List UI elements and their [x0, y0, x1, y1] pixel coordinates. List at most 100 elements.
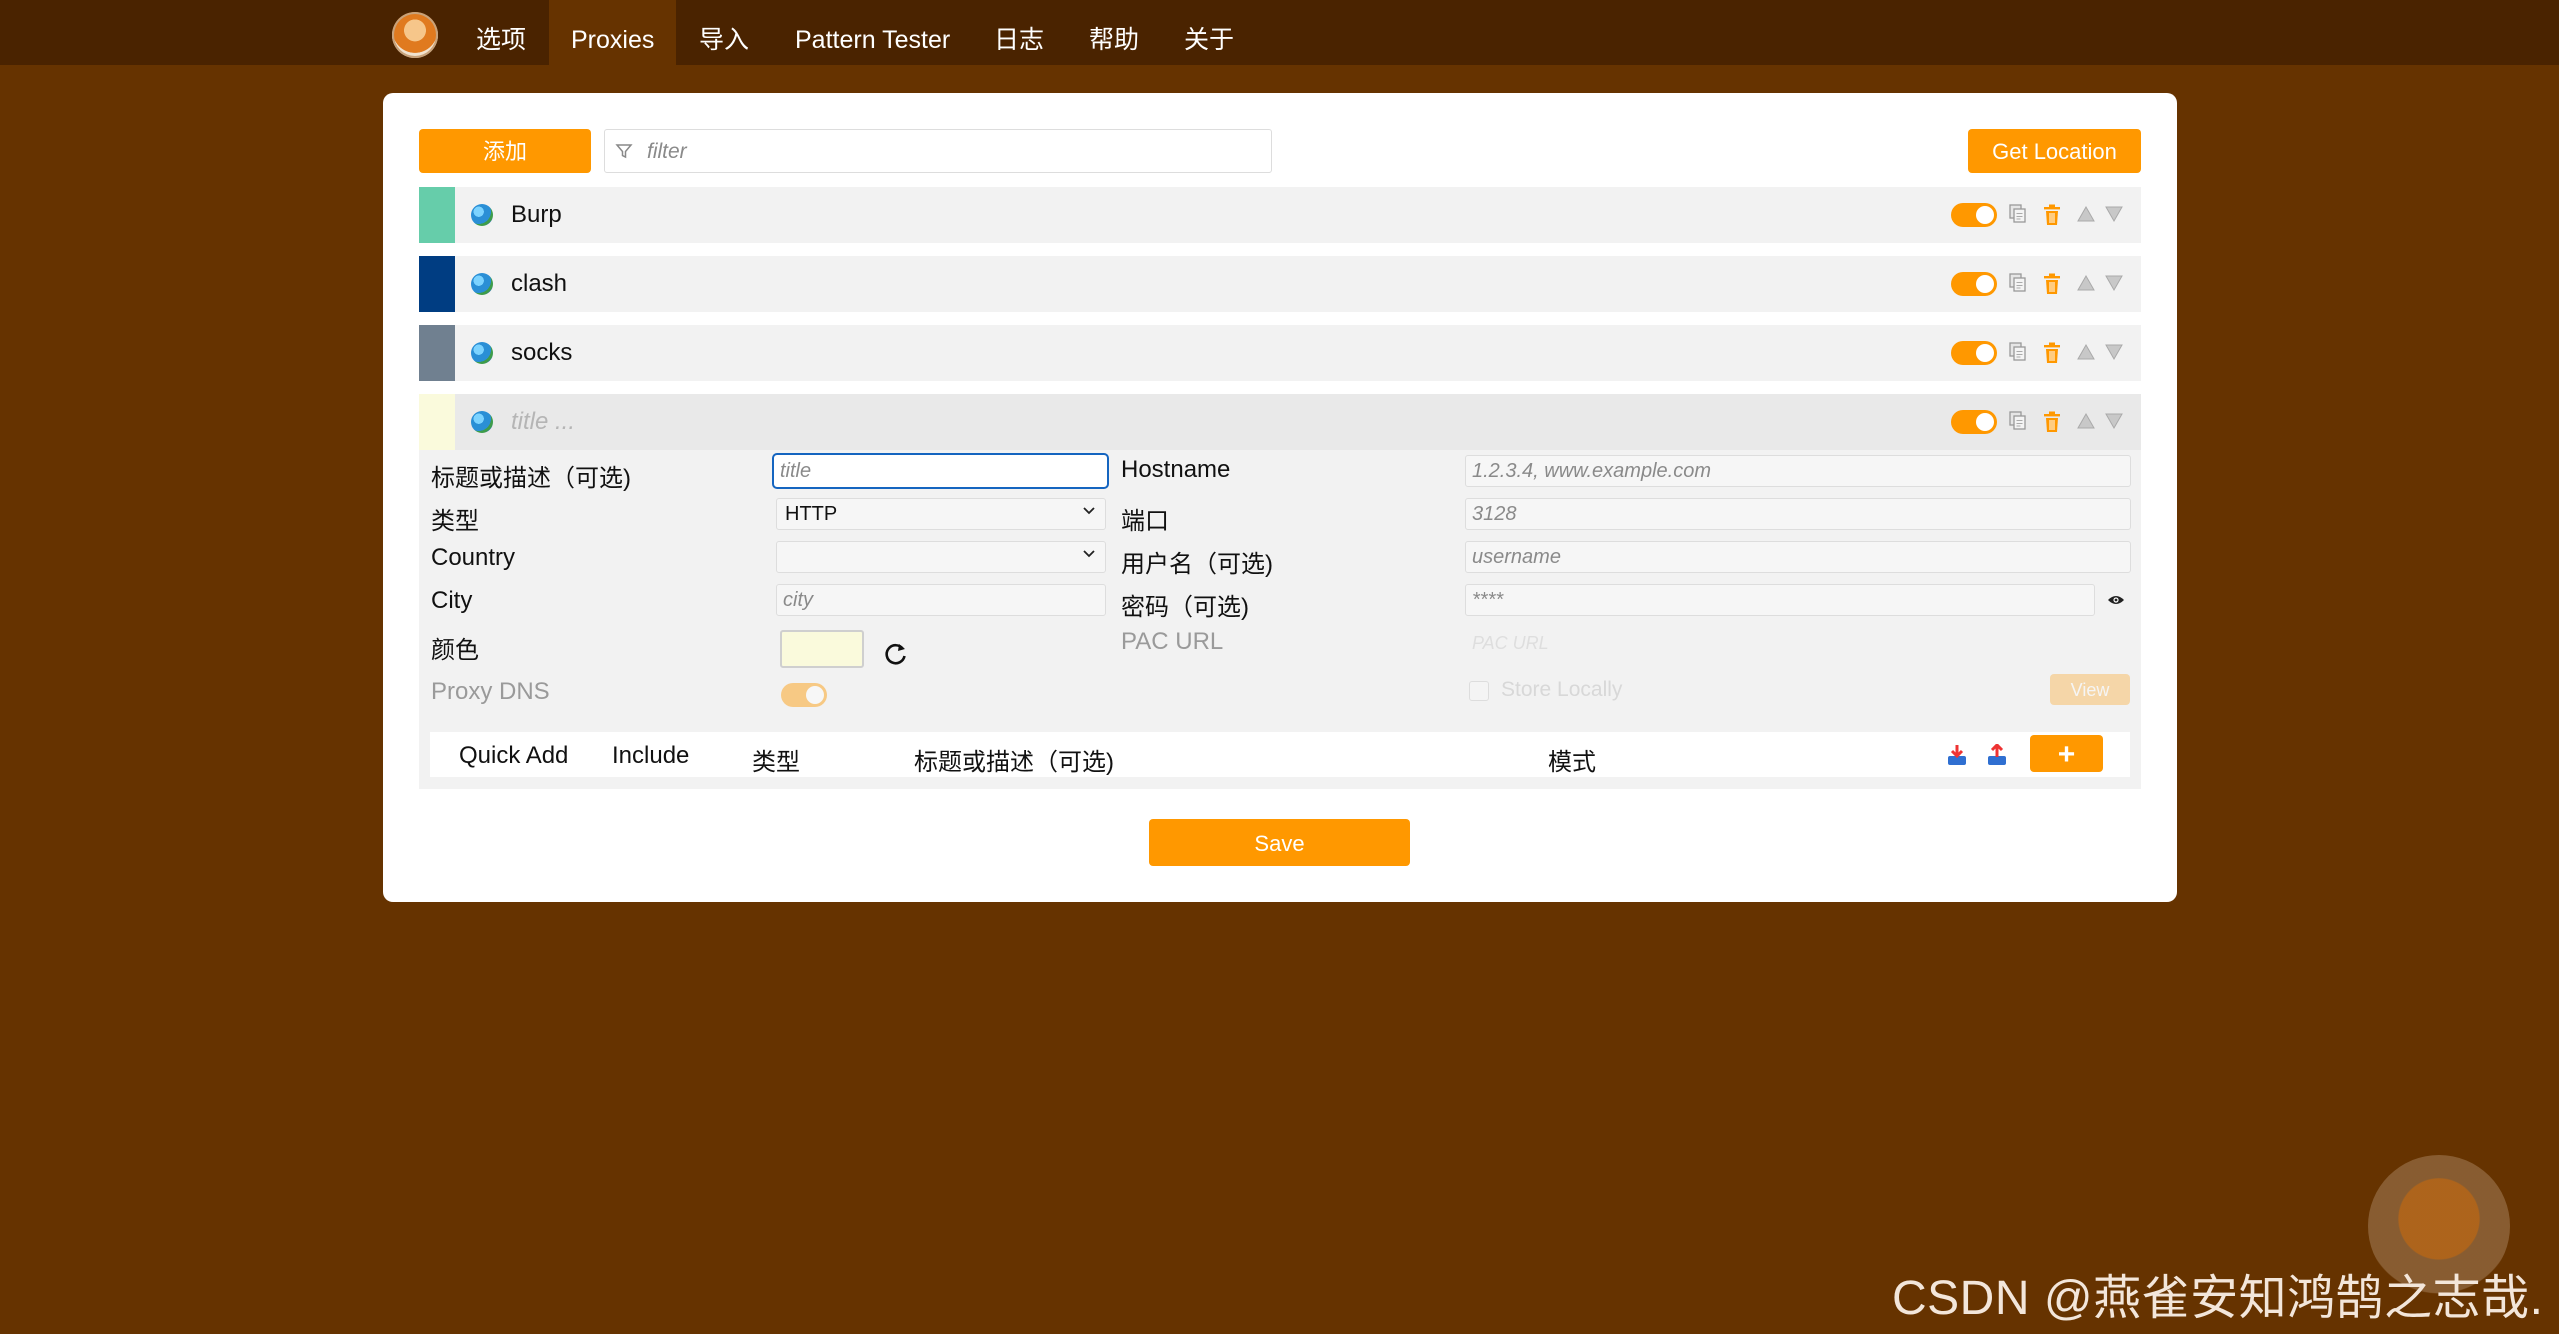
title-column-header: 标题或描述（可选)	[914, 749, 1114, 776]
proxy-dns-toggle[interactable]	[781, 683, 827, 707]
proxies-panel: 添加 Get Location Burp	[383, 93, 2177, 902]
nav-pattern-tester-label: Pattern Tester	[795, 26, 951, 54]
proxy-row-burp[interactable]: Burp	[419, 187, 2141, 243]
move-up-icon[interactable]	[2077, 275, 2095, 291]
nav-pattern-tester[interactable]: Pattern Tester	[773, 0, 972, 65]
move-down-icon[interactable]	[2105, 413, 2123, 429]
delete-icon[interactable]	[2043, 411, 2061, 433]
country-select[interactable]	[776, 541, 1106, 573]
move-up-icon[interactable]	[2077, 413, 2095, 429]
type-select[interactable]: HTTP	[776, 498, 1106, 530]
refresh-icon[interactable]	[883, 641, 909, 667]
globe-icon	[471, 411, 493, 433]
nav-options-label: 选项	[476, 26, 527, 54]
city-label: City	[431, 587, 473, 614]
get-location-button[interactable]: Get Location	[1968, 129, 2141, 173]
password-label: 密码（可选)	[1121, 594, 1249, 621]
proxy-enable-toggle[interactable]	[1951, 203, 1997, 227]
export-patterns-icon[interactable]	[1987, 744, 2007, 766]
nav-about[interactable]: 关于	[1162, 0, 1256, 65]
move-down-icon[interactable]	[2105, 206, 2123, 222]
delete-icon[interactable]	[2043, 204, 2061, 226]
proxy-title: socks	[511, 339, 573, 366]
proxy-row-clash[interactable]: clash	[419, 256, 2141, 312]
username-input[interactable]	[1465, 541, 2131, 573]
proxy-editor: 标题或描述（可选) 类型 Country City 颜色 Proxy DNS H…	[419, 450, 2141, 789]
port-input[interactable]	[1465, 498, 2131, 530]
view-pac-button[interactable]: View	[2050, 674, 2130, 705]
show-password-eye-icon[interactable]	[2107, 594, 2125, 606]
nav-proxies-label: Proxies	[571, 26, 655, 54]
nav-help-label: 帮助	[1089, 26, 1140, 54]
hostname-input[interactable]	[1465, 455, 2131, 487]
duplicate-icon[interactable]	[2009, 411, 2027, 431]
type-select-value: HTTP	[785, 503, 838, 525]
move-up-icon[interactable]	[2077, 344, 2095, 360]
proxy-color-swatch	[419, 394, 455, 450]
port-label: 端口	[1121, 508, 1169, 535]
proxy-dns-label: Proxy DNS	[431, 678, 550, 705]
hostname-label: Hostname	[1121, 456, 1231, 483]
move-down-icon[interactable]	[2105, 344, 2123, 360]
proxy-enable-toggle[interactable]	[1951, 272, 1997, 296]
duplicate-icon[interactable]	[2009, 273, 2027, 293]
proxy-enable-toggle[interactable]	[1951, 410, 1997, 434]
proxy-color-swatch	[419, 325, 455, 381]
pac-url-input[interactable]	[1465, 627, 2131, 659]
chevron-down-icon	[1083, 550, 1095, 558]
filter-input[interactable]	[645, 134, 1249, 170]
add-pattern-button[interactable]: +	[2030, 735, 2103, 772]
top-nav-bar: 选项 Proxies 导入 Pattern Tester 日志 帮助 关于	[0, 0, 2559, 65]
nav-about-label: 关于	[1184, 26, 1235, 54]
nav-proxies[interactable]: Proxies	[549, 0, 677, 65]
proxy-row-new[interactable]: title ...	[419, 394, 2141, 450]
pac-url-label: PAC URL	[1121, 628, 1224, 655]
city-input[interactable]	[776, 584, 1106, 616]
globe-icon	[471, 204, 493, 226]
nav-options[interactable]: 选项	[454, 0, 548, 65]
nav-import-label: 导入	[699, 26, 750, 54]
nav-log[interactable]: 日志	[972, 0, 1066, 65]
proxy-enable-toggle[interactable]	[1951, 341, 1997, 365]
delete-icon[interactable]	[2043, 342, 2061, 364]
include-column-header: Include	[612, 742, 690, 769]
move-up-icon[interactable]	[2077, 206, 2095, 222]
csdn-watermark: CSDN @燕雀安知鸿鹄之志哉.	[1892, 1272, 2544, 1325]
pattern-column-header: 模式	[1548, 749, 1596, 776]
nav-help[interactable]: 帮助	[1067, 0, 1161, 65]
password-input[interactable]	[1465, 584, 2095, 616]
foxyproxy-logo	[392, 12, 438, 58]
quick-add-label[interactable]: Quick Add	[459, 742, 568, 770]
nav-import[interactable]: 导入	[677, 0, 771, 65]
color-picker[interactable]	[780, 630, 864, 668]
save-button[interactable]: Save	[1149, 819, 1410, 866]
proxy-color-swatch	[419, 187, 455, 243]
duplicate-icon[interactable]	[2009, 342, 2027, 362]
store-locally-checkbox[interactable]	[1469, 681, 1489, 701]
filter-icon	[615, 144, 633, 159]
title-input[interactable]	[772, 453, 1109, 489]
type-column-header: 类型	[752, 749, 800, 776]
duplicate-icon[interactable]	[2009, 204, 2027, 224]
filter-box	[604, 129, 1272, 173]
add-proxy-button[interactable]: 添加	[419, 129, 591, 173]
delete-icon[interactable]	[2043, 273, 2061, 295]
globe-icon	[471, 342, 493, 364]
proxy-title-placeholder: title ...	[511, 408, 576, 435]
proxy-title: Burp	[511, 201, 562, 228]
proxy-title: clash	[511, 270, 568, 297]
store-locally-label: Store Locally	[1501, 678, 1623, 701]
nav-log-label: 日志	[994, 26, 1045, 54]
username-label: 用户名（可选)	[1121, 551, 1273, 578]
color-label: 颜色	[431, 637, 479, 664]
patterns-header: Quick Add Include 类型 标题或描述（可选) 模式 +	[430, 732, 2130, 777]
import-patterns-icon[interactable]	[1947, 744, 1967, 766]
proxy-row-socks[interactable]: socks	[419, 325, 2141, 381]
chevron-down-icon	[1083, 507, 1095, 515]
title-label: 标题或描述（可选)	[431, 465, 631, 492]
type-label: 类型	[431, 508, 479, 535]
globe-icon	[471, 273, 493, 295]
proxy-color-swatch	[419, 256, 455, 312]
country-label: Country	[431, 544, 516, 571]
move-down-icon[interactable]	[2105, 275, 2123, 291]
